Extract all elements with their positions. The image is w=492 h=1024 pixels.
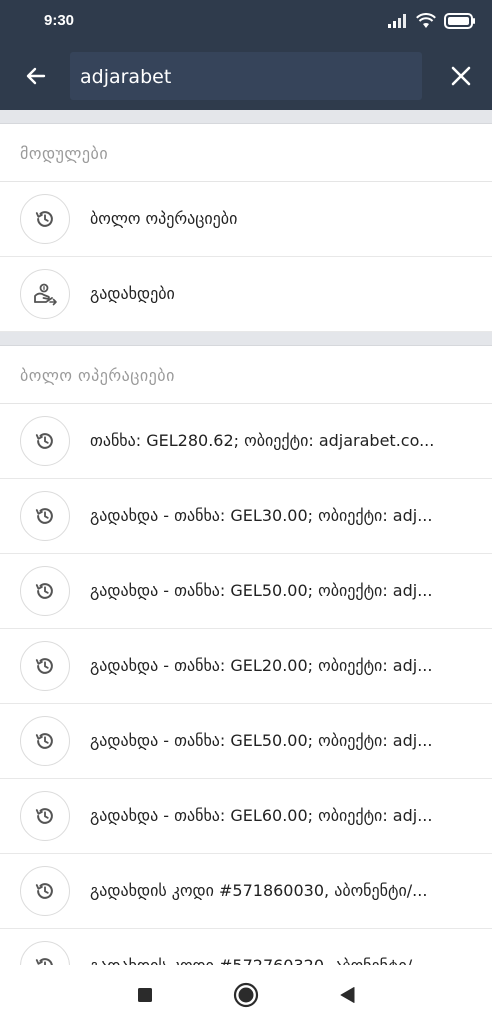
back-nav-button[interactable]	[332, 979, 364, 1011]
module-item-label: ბოლო ოპერაციები	[90, 209, 238, 228]
recents-button[interactable]	[129, 979, 161, 1011]
list-item-label: გადახდა - თანხა: GEL30.00; ობიექტი: adj.…	[90, 506, 433, 525]
status-bar: 9:30	[0, 0, 492, 42]
square-icon	[138, 988, 152, 1002]
history-icon	[20, 941, 70, 965]
list-item[interactable]: გადახდა - თანხა: GEL30.00; ობიექტი: adj.…	[0, 479, 492, 554]
system-nav-bar	[0, 965, 492, 1024]
recent-section-header: ბოლო ოპერაციები	[0, 346, 492, 404]
history-icon	[20, 791, 70, 841]
circle-icon	[233, 982, 259, 1008]
module-item-label: გადახდები	[90, 284, 175, 303]
history-icon	[20, 566, 70, 616]
list-item[interactable]: გადახდა - თანხა: GEL50.00; ობიექტი: adj.…	[0, 554, 492, 629]
list-item[interactable]: გადახდა - თანხა: GEL60.00; ობიექტი: adj.…	[0, 779, 492, 854]
list-item-label: გადახდა - თანხა: GEL50.00; ობიექტი: adj.…	[90, 581, 433, 600]
list-item-label: გადახდა - თანხა: GEL50.00; ობიექტი: adj.…	[90, 731, 433, 750]
search-field	[70, 52, 422, 100]
section-divider	[0, 110, 492, 124]
list-item-label: გადახდა - თანხა: GEL20.00; ობიექტი: adj.…	[90, 656, 433, 675]
search-input[interactable]	[80, 64, 410, 90]
list-item-label: გადახდის კოდი #572760320, აბონენტი/...	[90, 956, 452, 965]
history-icon	[20, 866, 70, 916]
recent-section-title: ბოლო ოპერაციები	[20, 366, 175, 385]
modules-section-title: მოდულები	[20, 144, 109, 163]
history-icon	[20, 491, 70, 541]
payment-icon	[20, 269, 70, 319]
list-item-label: გადახდა - თანხა: GEL60.00; ობიექტი: adj.…	[90, 806, 433, 825]
wifi-icon	[416, 13, 436, 28]
list-item[interactable]: თანხა: GEL280.62; ობიექტი: adjarabet.co.…	[0, 404, 492, 479]
list-item[interactable]: გადახდა - თანხა: GEL20.00; ობიექტი: adj.…	[0, 629, 492, 704]
history-icon	[20, 716, 70, 766]
list-item[interactable]: გადახდის კოდი #572760320, აბონენტი/...	[0, 929, 492, 965]
history-icon	[20, 194, 70, 244]
history-icon	[20, 641, 70, 691]
clear-search-button[interactable]	[444, 59, 478, 93]
triangle-back-icon	[340, 987, 355, 1003]
history-icon	[20, 416, 70, 466]
module-item-recent-operations[interactable]: ბოლო ოპერაციები	[0, 182, 492, 257]
modules-section-header: მოდულები	[0, 124, 492, 182]
close-icon	[451, 66, 471, 86]
status-time: 9:30	[44, 12, 75, 29]
home-button[interactable]	[230, 979, 262, 1011]
list-item[interactable]: გადახდის კოდი #571860030, აბონენტი/...	[0, 854, 492, 929]
search-toolbar	[0, 42, 492, 110]
signal-icon	[388, 14, 406, 28]
module-item-payments[interactable]: გადახდები	[0, 257, 492, 332]
status-icons	[388, 12, 476, 30]
section-divider	[0, 332, 492, 346]
list-item[interactable]: გადახდა - თანხა: GEL50.00; ობიექტი: adj.…	[0, 704, 492, 779]
list-item-label: გადახდის კოდი #571860030, აბონენტი/...	[90, 881, 428, 900]
back-button[interactable]	[18, 58, 54, 94]
arrow-back-icon	[26, 67, 46, 85]
list-item-label: თანხა: GEL280.62; ობიექტი: adjarabet.co.…	[90, 431, 435, 450]
recent-operations-list[interactable]: თანხა: GEL280.62; ობიექტი: adjarabet.co.…	[0, 404, 492, 965]
battery-icon	[444, 13, 475, 29]
